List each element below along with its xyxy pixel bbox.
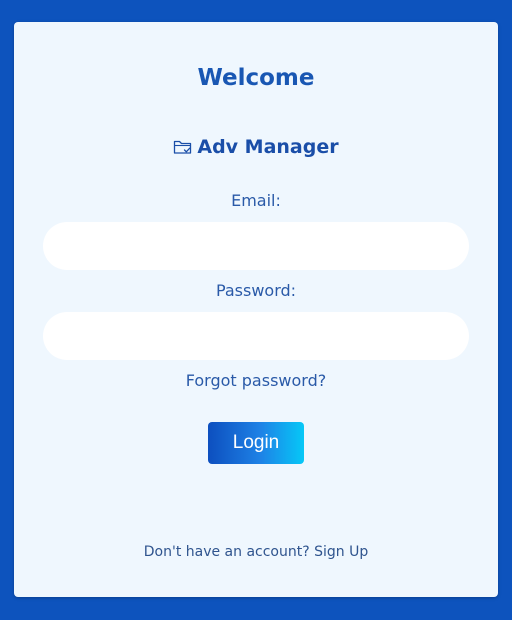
login-card: Welcome Adv Manager Email: Password: For… — [14, 22, 498, 597]
login-button[interactable]: Login — [208, 422, 304, 464]
brand-name: Adv Manager — [197, 136, 339, 158]
folder-check-icon — [173, 139, 193, 156]
email-label: Email: — [231, 191, 281, 210]
signup-link[interactable]: Sign Up — [314, 544, 368, 560]
signup-text: Don't have an account? — [143, 544, 310, 560]
page-title: Welcome — [197, 65, 315, 91]
signup-prompt: Don't have an account? Sign Up — [14, 544, 498, 560]
email-field[interactable] — [43, 222, 469, 270]
brand: Adv Manager — [14, 136, 498, 158]
password-field[interactable] — [43, 312, 469, 360]
forgot-password-link[interactable]: Forgot password? — [14, 371, 498, 390]
password-label: Password: — [215, 281, 297, 300]
